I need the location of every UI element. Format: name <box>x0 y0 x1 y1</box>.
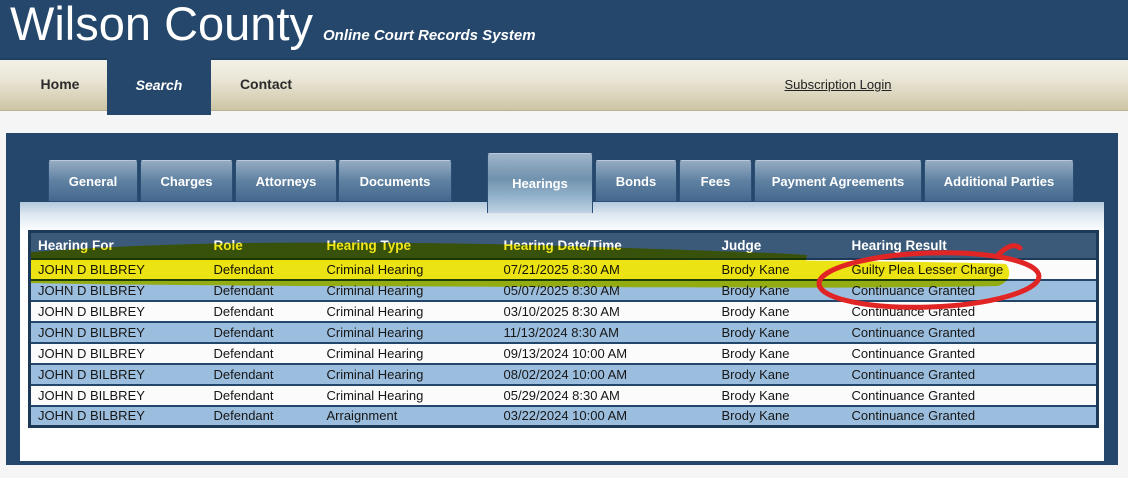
table-cell: Continuance Granted <box>845 280 1098 301</box>
tab-label: Payment Agreements <box>772 174 904 189</box>
column-header: Judge <box>715 232 845 259</box>
table-cell: Brody Kane <box>715 406 845 427</box>
column-header: Hearing Date/Time <box>497 232 715 259</box>
table-cell: 05/29/2024 8:30 AM <box>497 385 715 406</box>
table-cell: JOHN D BILBREY <box>30 259 207 280</box>
table-cell: Continuance Granted <box>845 343 1098 364</box>
table-cell: Brody Kane <box>715 385 845 406</box>
tab-label: Additional Parties <box>944 174 1055 189</box>
table-cell: Continuance Granted <box>845 301 1098 322</box>
table-cell: Criminal Hearing <box>320 301 497 322</box>
tab-charges[interactable]: Charges <box>140 160 233 202</box>
tab-payment-agreements[interactable]: Payment Agreements <box>754 160 922 202</box>
table-cell: JOHN D BILBREY <box>30 322 207 343</box>
tab-bonds[interactable]: Bonds <box>595 160 677 202</box>
tab-hearings[interactable]: Hearings <box>487 153 593 213</box>
table-cell: Defendant <box>207 280 320 301</box>
tab-attorneys[interactable]: Attorneys <box>235 160 337 202</box>
table-cell: Criminal Hearing <box>320 364 497 385</box>
tab-documents[interactable]: Documents <box>338 160 452 202</box>
table-cell: Defendant <box>207 406 320 427</box>
table-row: JOHN D BILBREYDefendantCriminal Hearing0… <box>30 343 1098 364</box>
tab-label: Bonds <box>616 174 656 189</box>
table-cell: 03/22/2024 10:00 AM <box>497 406 715 427</box>
tab-label: Attorneys <box>256 174 317 189</box>
subscription-login-link[interactable]: Subscription Login <box>758 58 918 111</box>
table-cell: 07/21/2025 8:30 AM <box>497 259 715 280</box>
table-cell: JOHN D BILBREY <box>30 301 207 322</box>
hearings-content: Hearing ForRoleHearing TypeHearing Date/… <box>20 202 1104 461</box>
hearings-table: Hearing ForRoleHearing TypeHearing Date/… <box>28 230 1099 428</box>
table-cell: 11/13/2024 8:30 AM <box>497 322 715 343</box>
table-cell: Continuance Granted <box>845 364 1098 385</box>
table-cell: 08/02/2024 10:00 AM <box>497 364 715 385</box>
table-row: JOHN D BILBREYDefendantCriminal Hearing1… <box>30 322 1098 343</box>
table-row: JOHN D BILBREYDefendantCriminal Hearing0… <box>30 259 1098 280</box>
table-cell: Criminal Hearing <box>320 322 497 343</box>
tab-general[interactable]: General <box>48 160 138 202</box>
table-cell: 05/07/2025 8:30 AM <box>497 280 715 301</box>
table-cell: JOHN D BILBREY <box>30 280 207 301</box>
table-cell: Brody Kane <box>715 364 845 385</box>
table-row: JOHN D BILBREYDefendantCriminal Hearing0… <box>30 301 1098 322</box>
table-cell: Defendant <box>207 385 320 406</box>
app-banner: Wilson County Online Court Records Syste… <box>0 0 1128 58</box>
table-cell: JOHN D BILBREY <box>30 385 207 406</box>
tab-label: Fees <box>701 174 731 189</box>
column-header: Hearing Type <box>320 232 497 259</box>
table-header-row: Hearing ForRoleHearing TypeHearing Date/… <box>30 232 1098 259</box>
nav-item-contact[interactable]: Contact <box>219 58 313 111</box>
table-cell: Brody Kane <box>715 343 845 364</box>
table-cell: JOHN D BILBREY <box>30 406 207 427</box>
record-panel: General Charges Attorneys Documents Hearings… <box>6 133 1118 465</box>
app-subtitle: Online Court Records System <box>323 27 536 44</box>
table-cell: Arraignment <box>320 406 497 427</box>
table-cell: Brody Kane <box>715 259 845 280</box>
tab-label: Documents <box>360 174 431 189</box>
table-cell: Continuance Granted <box>845 385 1098 406</box>
table-cell: Defendant <box>207 259 320 280</box>
table-cell: JOHN D BILBREY <box>30 364 207 385</box>
table-cell: Guilty Plea Lesser Charge <box>845 259 1098 280</box>
table-cell: Continuance Granted <box>845 406 1098 427</box>
column-header: Role <box>207 232 320 259</box>
column-header: Hearing Result <box>845 232 1098 259</box>
table-cell: Continuance Granted <box>845 322 1098 343</box>
app-title: Wilson County <box>10 0 313 51</box>
table-cell: Brody Kane <box>715 322 845 343</box>
tab-additional-parties[interactable]: Additional Parties <box>924 160 1074 202</box>
table-cell: Defendant <box>207 343 320 364</box>
table-cell: Criminal Hearing <box>320 280 497 301</box>
table-cell: Brody Kane <box>715 301 845 322</box>
table-cell: JOHN D BILBREY <box>30 343 207 364</box>
tab-fees[interactable]: Fees <box>679 160 752 202</box>
table-cell: Criminal Hearing <box>320 343 497 364</box>
table-cell: Defendant <box>207 322 320 343</box>
tab-label: Hearings <box>512 176 568 191</box>
table-cell: Defendant <box>207 364 320 385</box>
nav-item-search[interactable]: Search <box>107 58 211 115</box>
table-row: JOHN D BILBREYDefendantCriminal Hearing0… <box>30 280 1098 301</box>
table-cell: Brody Kane <box>715 280 845 301</box>
tab-label: General <box>69 174 117 189</box>
tab-label: Charges <box>160 174 212 189</box>
table-cell: Criminal Hearing <box>320 259 497 280</box>
table-cell: 09/13/2024 10:00 AM <box>497 343 715 364</box>
column-header: Hearing For <box>30 232 207 259</box>
table-cell: Criminal Hearing <box>320 385 497 406</box>
nav-item-home[interactable]: Home <box>14 58 106 111</box>
table-row: JOHN D BILBREYDefendantArraignment03/22/… <box>30 406 1098 427</box>
table-row: JOHN D BILBREYDefendantCriminal Hearing0… <box>30 385 1098 406</box>
table-cell: 03/10/2025 8:30 AM <box>497 301 715 322</box>
table-row: JOHN D BILBREYDefendantCriminal Hearing0… <box>30 364 1098 385</box>
table-cell: Defendant <box>207 301 320 322</box>
